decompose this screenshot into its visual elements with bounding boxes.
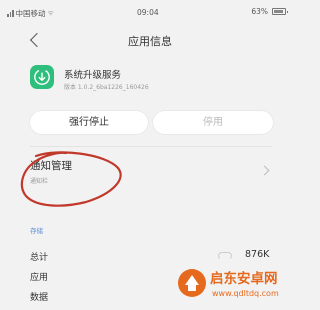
carrier-label: 中国移动 xyxy=(15,9,46,18)
clock: 09:04 xyxy=(137,8,159,17)
watermark-url: www.qdltdq.com xyxy=(212,289,279,298)
storage-data-label: 数据 xyxy=(30,293,49,303)
loading-spinner-icon xyxy=(218,252,232,260)
page-title: 应用信息 xyxy=(128,35,172,48)
storage-section-label: 存储 xyxy=(30,227,43,235)
signal-icon xyxy=(7,10,14,17)
watermark-title: 启东安卓网 xyxy=(210,271,278,287)
disable-button[interactable]: 停用 xyxy=(153,111,273,134)
battery-percent: 63% xyxy=(251,7,268,16)
chevron-right-icon[interactable] xyxy=(259,165,270,176)
force-stop-button[interactable]: 强行停止 xyxy=(30,111,148,134)
annotation-circle xyxy=(20,151,122,207)
storage-app-label: 应用 xyxy=(30,273,49,283)
app-version: 版本 1.0.2_6ba1226_160426 xyxy=(64,84,149,91)
wifi-icon: ᯤ xyxy=(47,9,54,17)
app-name: 系统升级服务 xyxy=(64,70,122,81)
storage-total-value: 876K xyxy=(245,249,270,260)
carrier: 中国移动 ᯤ xyxy=(7,8,54,19)
watermark-logo-icon xyxy=(178,269,206,297)
watermark: 启东安卓网 www.qdltdq.com xyxy=(177,263,295,305)
battery-icon xyxy=(272,8,288,15)
status-bar: 中国移动 ᯤ 09:04 63% xyxy=(0,0,300,18)
nav-bar: 应用信息 xyxy=(0,24,300,54)
update-icon xyxy=(30,65,54,89)
battery-status: 63% xyxy=(251,7,288,16)
storage-total-label: 总计 xyxy=(30,253,49,263)
